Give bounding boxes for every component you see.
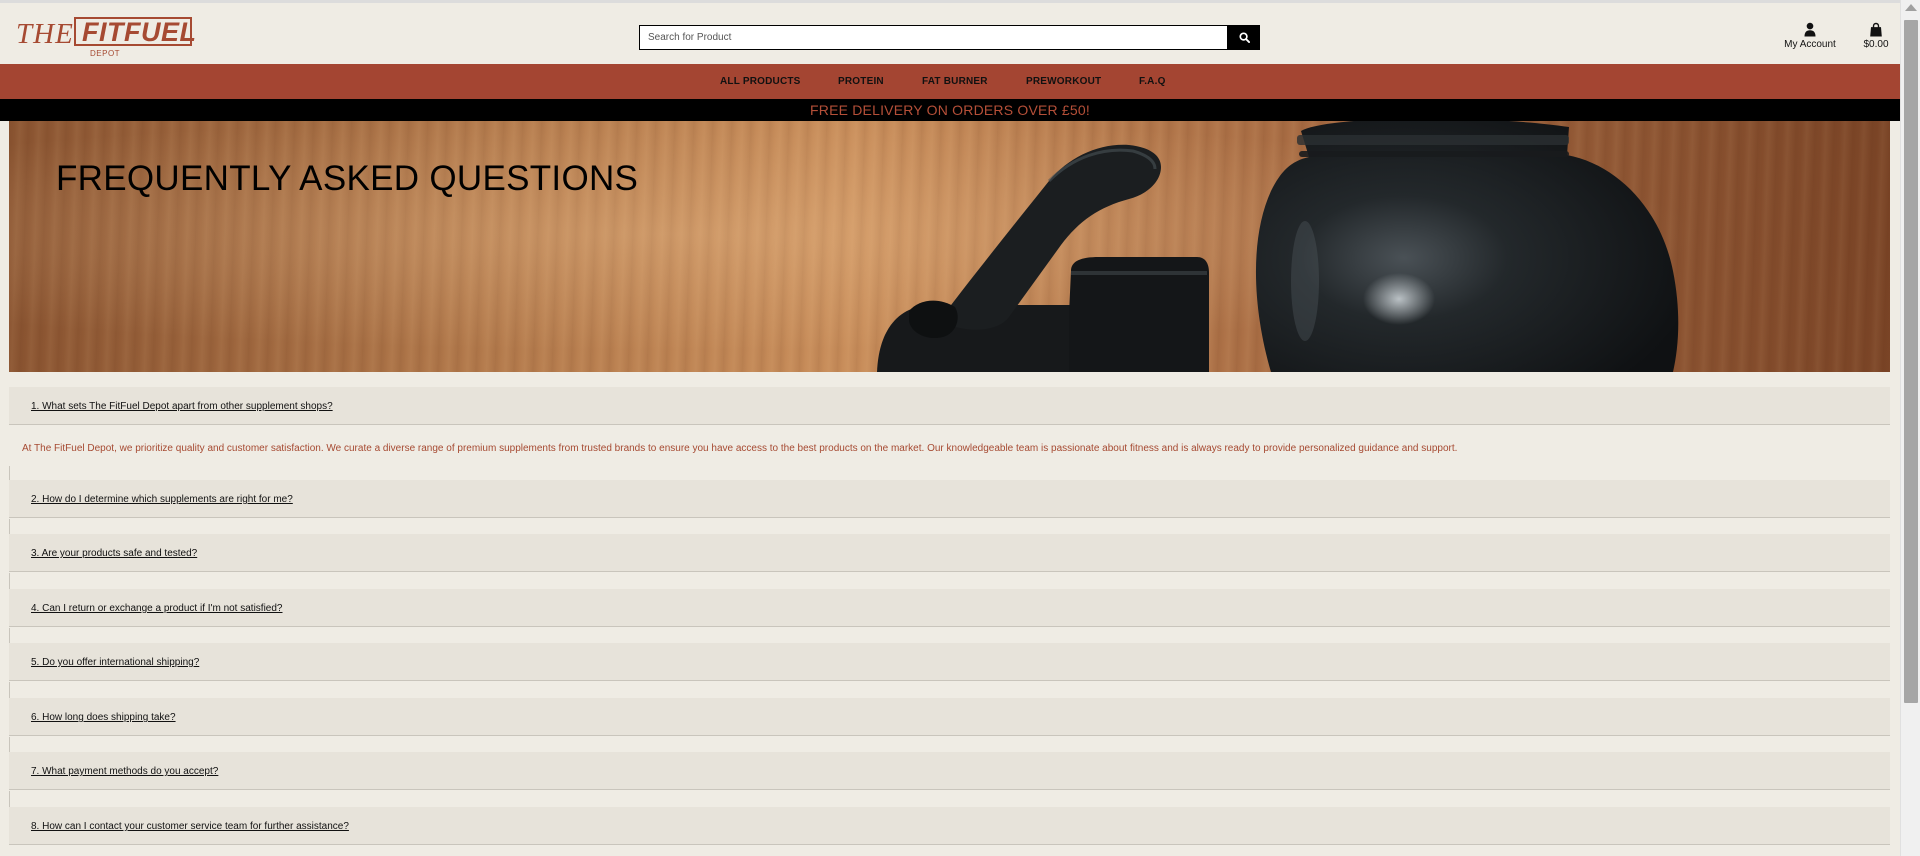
page-title: FREQUENTLY ASKED QUESTIONS	[56, 159, 639, 198]
site-header: THE FITFUEL DEPOT My Account $0.00	[0, 3, 1900, 64]
user-icon	[1804, 22, 1816, 37]
logo-the: THE	[16, 18, 74, 50]
faq-divider	[9, 466, 10, 480]
faq-question-text[interactable]: 7. What payment methods do you accept?	[31, 766, 218, 777]
nav-item-protein[interactable]: PROTEIN	[838, 76, 884, 87]
faq-divider	[9, 573, 10, 589]
cart-total: $0.00	[1863, 39, 1889, 50]
faq-divider	[9, 737, 10, 752]
faq-question-text[interactable]: 8. How can I contact your customer servi…	[31, 821, 349, 832]
search-input[interactable]	[639, 25, 1228, 50]
faq-divider	[9, 791, 10, 807]
faq-question-text[interactable]: 5. Do you offer international shipping?	[31, 657, 199, 668]
faq-divider	[9, 682, 10, 698]
faq-answer-1: At The FitFuel Depot, we prioritize qual…	[22, 443, 1458, 454]
faq-question-1[interactable]: 1. What sets The FitFuel Depot apart fro…	[9, 387, 1890, 425]
my-account-label: My Account	[1784, 39, 1836, 50]
cart-link[interactable]: $0.00	[1858, 21, 1894, 50]
search-button[interactable]	[1228, 25, 1260, 50]
main-nav: ALL PRODUCTS PROTEIN FAT BURNER PREWORKO…	[0, 64, 1900, 99]
my-account-link[interactable]: My Account	[1779, 21, 1841, 50]
nav-item-faq[interactable]: F.A.Q	[1139, 76, 1166, 87]
faq-question-4[interactable]: 4. Can I return or exchange a product if…	[9, 589, 1890, 627]
faq-question-text[interactable]: 2. How do I determine which supplements …	[31, 494, 293, 505]
scrollbar-thumb[interactable]	[1904, 20, 1918, 703]
faq-question-8[interactable]: 8. How can I contact your customer servi…	[9, 807, 1890, 845]
logo-fitfuel-box: FITFUEL	[74, 17, 196, 46]
faq-divider	[9, 628, 10, 643]
shopping-bag-icon	[1870, 22, 1882, 37]
faq-question-text[interactable]: 3. Are your products safe and tested?	[31, 548, 197, 559]
faq-question-text[interactable]: 4. Can I return or exchange a product if…	[31, 603, 283, 614]
page-scrollbar[interactable]	[1900, 0, 1920, 856]
logo-fitfuel: FITFUEL	[82, 17, 197, 47]
search-bar	[639, 25, 1260, 50]
scroll-up-arrow-icon[interactable]	[1905, 4, 1917, 11]
faq-question-6[interactable]: 6. How long does shipping take?	[9, 698, 1890, 736]
promo-banner: FREE DELIVERY ON ORDERS OVER £50!	[0, 99, 1900, 121]
nav-item-preworkout[interactable]: PREWORKOUT	[1026, 76, 1101, 87]
faq-question-7[interactable]: 7. What payment methods do you accept?	[9, 752, 1890, 790]
faq-question-text[interactable]: 1. What sets The FitFuel Depot apart fro…	[31, 401, 333, 412]
nav-item-all-products[interactable]: ALL PRODUCTS	[720, 76, 801, 87]
hero-banner: FREQUENTLY ASKED QUESTIONS	[9, 121, 1890, 372]
faq-question-text[interactable]: 6. How long does shipping take?	[31, 712, 176, 723]
faq-divider	[9, 519, 10, 534]
nav-item-fat-burner[interactable]: FAT BURNER	[922, 76, 988, 87]
faq-question-3[interactable]: 3. Are your products safe and tested?	[9, 534, 1890, 572]
logo-depot: DEPOT	[90, 49, 121, 58]
faq-question-2[interactable]: 2. How do I determine which supplements …	[9, 480, 1890, 518]
search-icon	[1238, 32, 1250, 43]
faq-question-5[interactable]: 5. Do you offer international shipping?	[9, 643, 1890, 681]
